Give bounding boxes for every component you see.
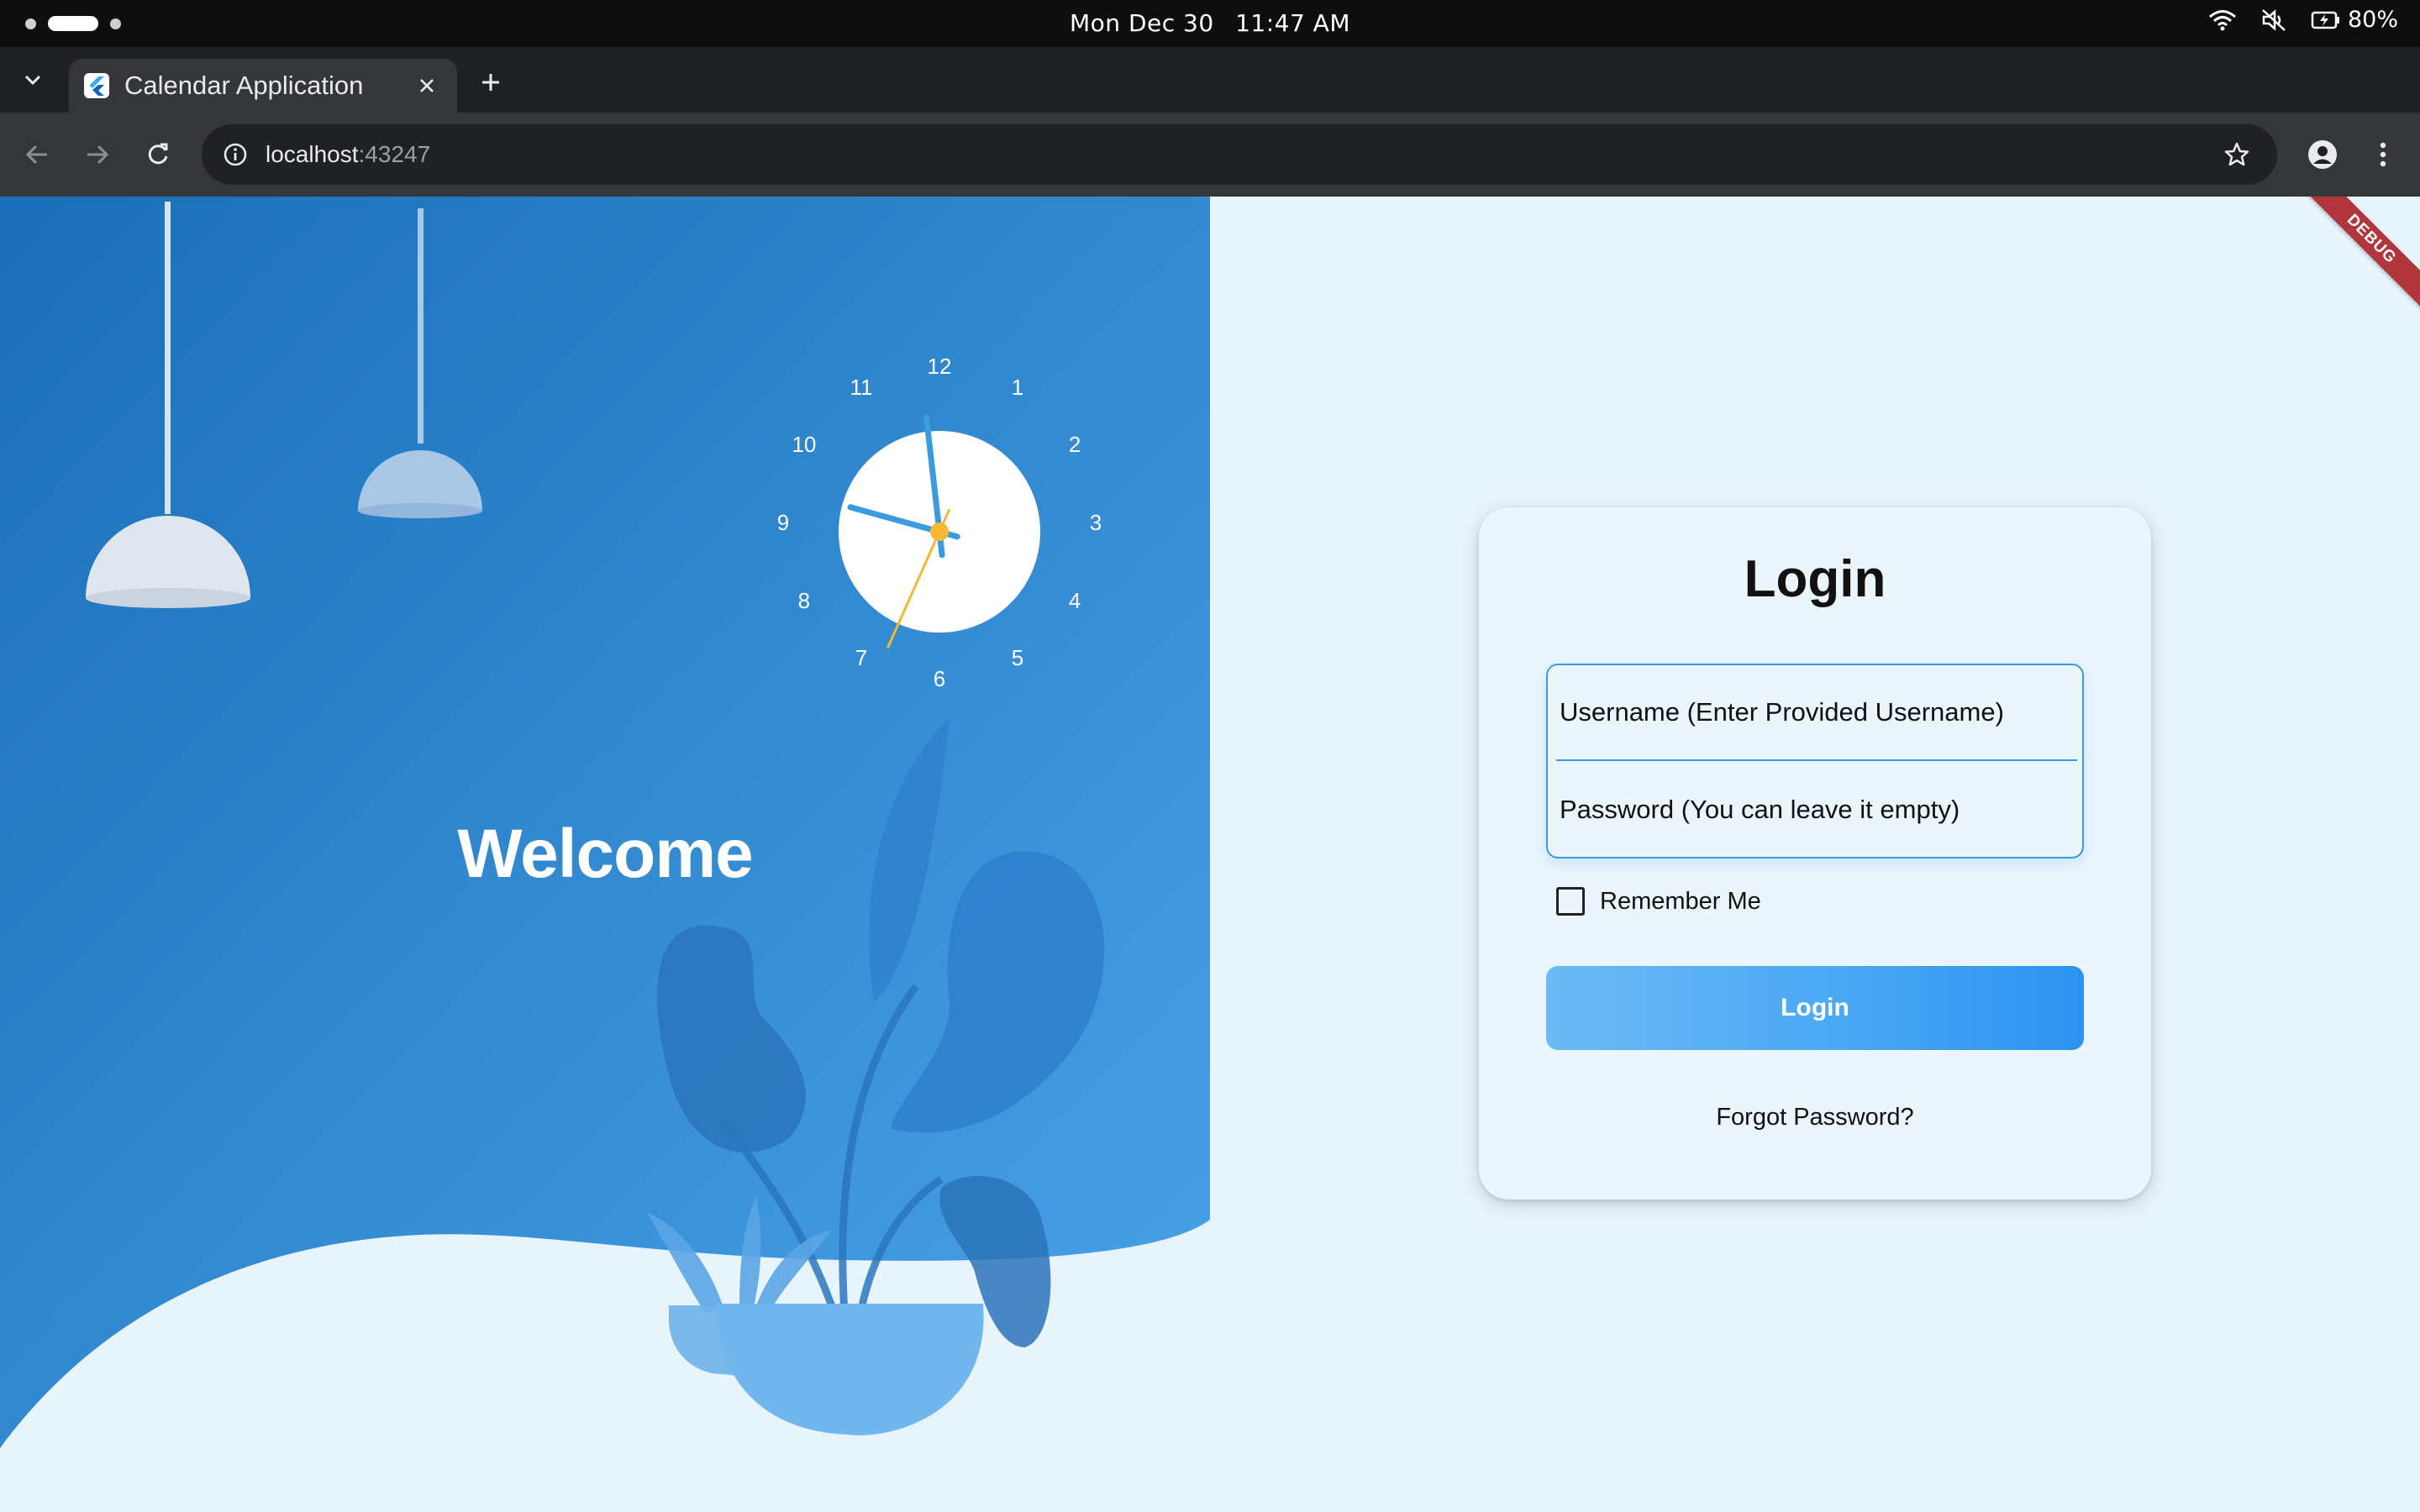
remember-me-row[interactable]: Remember Me <box>1556 887 1761 916</box>
clock-number: 5 <box>1011 645 1024 671</box>
os-top-bar: Mon Dec 30 11:47 AM 80% <box>0 0 2420 47</box>
star-icon <box>2224 142 2249 166</box>
tab-title: Calendar Application <box>124 71 364 100</box>
system-tray[interactable]: 80% <box>2208 7 2398 33</box>
clock-number: 8 <box>797 588 811 613</box>
forward-button[interactable] <box>77 134 118 175</box>
clock-number: 9 <box>776 510 790 535</box>
plus-icon <box>482 74 499 91</box>
os-time: 11:47 AM <box>1235 9 1350 37</box>
forgot-password-link[interactable]: Forgot Password? <box>1479 1104 2151 1131</box>
clock-number: 1 <box>1011 374 1024 400</box>
url-text: localhost:43247 <box>266 141 430 168</box>
clock-number: 2 <box>1068 432 1081 457</box>
url-port: :43247 <box>358 141 431 167</box>
clock-number: 10 <box>792 432 817 457</box>
field-divider <box>1556 759 2077 761</box>
browser-toolbar: localhost:43247 <box>0 113 2420 197</box>
credentials-box <box>1546 664 2084 858</box>
browser-menu-button[interactable] <box>2363 134 2403 175</box>
flutter-favicon-icon <box>84 73 109 98</box>
password-input[interactable] <box>1560 763 2064 857</box>
battery-status: 80% <box>2311 7 2398 33</box>
profile-button[interactable] <box>2302 134 2343 175</box>
app-page: 121234567891011 Welcome DEBUG Login Reme… <box>0 197 2420 1512</box>
clock-number: 12 <box>927 354 952 379</box>
url-host: localhost <box>266 141 359 167</box>
clock-number: 11 <box>850 374 873 400</box>
password-field-wrapper <box>1548 763 2082 857</box>
more-vertical-icon <box>2380 142 2386 167</box>
close-icon <box>420 79 434 92</box>
reload-icon <box>148 143 168 165</box>
speaker-muted-icon <box>2260 8 2287 33</box>
info-icon <box>224 143 247 166</box>
login-card: Login Remember Me Login Forgot Password? <box>1479 507 2151 1200</box>
username-field-wrapper <box>1548 665 2082 759</box>
tab-search-button[interactable] <box>13 60 52 99</box>
arrow-left-icon <box>25 144 47 165</box>
clock-number: 6 <box>933 666 946 691</box>
login-title: Login <box>1744 550 1886 608</box>
address-bar[interactable]: localhost:43247 <box>202 124 2277 185</box>
clock-number: 4 <box>1068 588 1081 613</box>
site-info-button[interactable] <box>217 136 254 173</box>
username-input[interactable] <box>1560 665 2064 759</box>
login-button[interactable]: Login <box>1546 966 2084 1050</box>
welcome-heading: Welcome <box>457 816 754 892</box>
os-date: Mon Dec 30 <box>1070 9 1214 37</box>
clock-number: 7 <box>855 645 868 671</box>
tab-calendar-application[interactable]: Calendar Application <box>69 59 457 113</box>
remember-me-checkbox[interactable] <box>1556 887 1585 916</box>
reload-button[interactable] <box>138 134 178 175</box>
battery-charging-icon <box>2311 11 2339 29</box>
back-button[interactable] <box>17 134 57 175</box>
close-tab-button[interactable] <box>412 71 442 101</box>
bookmark-button[interactable] <box>2218 136 2255 173</box>
wifi-icon <box>2208 8 2237 32</box>
arrow-right-icon <box>87 144 109 165</box>
battery-percent: 80% <box>2347 7 2398 33</box>
browser-tab-strip: Calendar Application <box>0 47 2420 113</box>
os-clock[interactable]: Mon Dec 30 11:47 AM <box>0 9 2420 37</box>
account-icon <box>2308 140 2337 169</box>
remember-me-label: Remember Me <box>1600 887 1761 915</box>
new-tab-button[interactable] <box>471 62 511 102</box>
analog-clock: 12 1 2 3 4 5 6 7 8 9 10 11 <box>771 354 1107 691</box>
chevron-down-icon <box>24 75 41 86</box>
clock-number: 3 <box>1089 510 1102 535</box>
